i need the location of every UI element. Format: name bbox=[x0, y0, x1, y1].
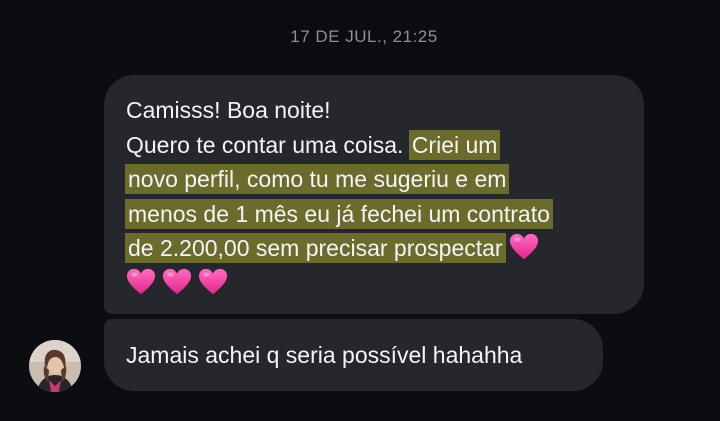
pink-heart-icon bbox=[509, 233, 538, 260]
message-text-plain: Quero te contar uma coisa. bbox=[126, 131, 410, 158]
message-line: de 2.200,00 sem precisar prospectar bbox=[125, 231, 622, 266]
highlighted-text: menos de 1 mês eu já fechei um contrato bbox=[125, 198, 553, 229]
pink-heart-icon bbox=[126, 268, 156, 294]
pink-heart-icon bbox=[198, 268, 228, 294]
message-text: Jamais achei q seria possível hahahha bbox=[126, 341, 523, 368]
message-line: novo perfil, como tu me sugeriu e em bbox=[125, 162, 622, 197]
message-line: Quero te contar uma coisa. Criei um bbox=[126, 128, 622, 163]
message-bubble[interactable]: Jamais achei q seria possível hahahha bbox=[104, 319, 603, 391]
message-line: menos de 1 mês eu já fechei um contrato bbox=[125, 197, 622, 232]
pink-heart-icon bbox=[162, 268, 192, 294]
message-line: Camisss! Boa noite! bbox=[126, 97, 331, 123]
highlighted-text: de 2.200,00 sem precisar prospectar bbox=[125, 233, 506, 263]
avatar-photo bbox=[29, 340, 81, 392]
highlighted-text: Criei um bbox=[408, 129, 501, 160]
emoji-row bbox=[126, 266, 622, 301]
message-text: Camisss! Boa noite! Quero te contar uma … bbox=[125, 93, 622, 301]
timestamp: 17 DE JUL., 21:25 bbox=[290, 27, 438, 46]
message-bubble[interactable]: Camisss! Boa noite! Quero te contar uma … bbox=[104, 75, 644, 314]
avatar[interactable] bbox=[29, 340, 81, 392]
highlighted-text: novo perfil, como tu me sugeriu e em bbox=[125, 164, 510, 194]
